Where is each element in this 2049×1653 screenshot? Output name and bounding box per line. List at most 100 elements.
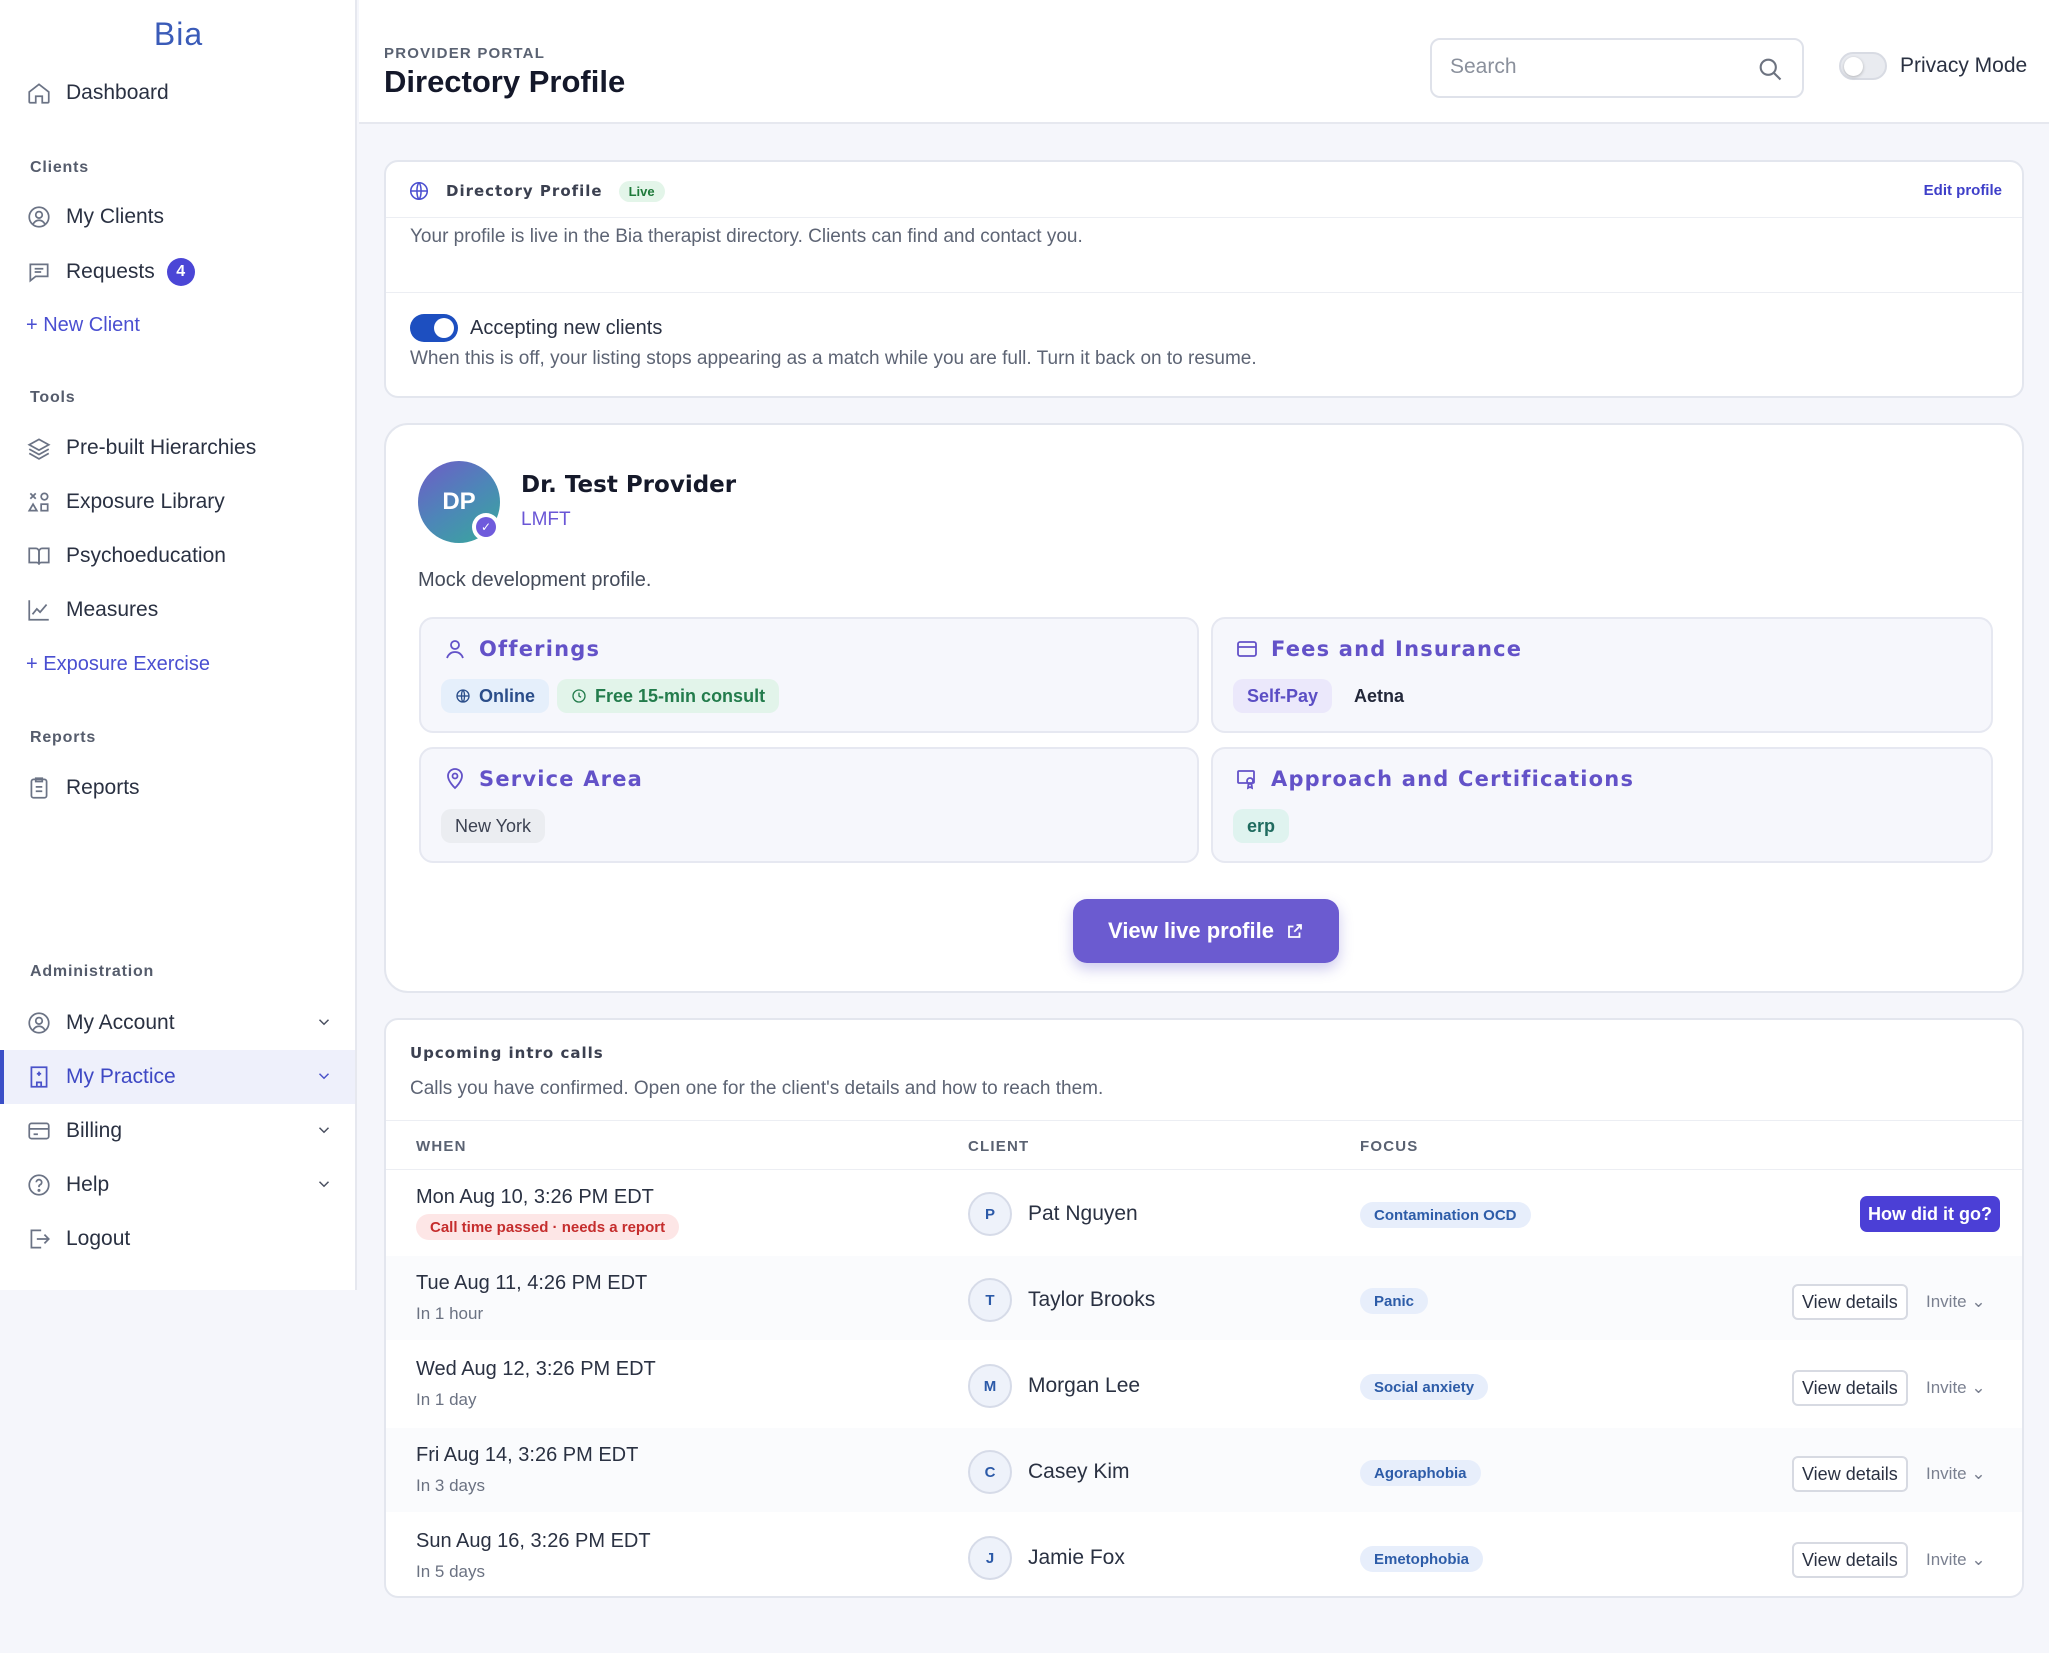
service-area-title: Service Area — [479, 767, 644, 791]
edit-profile-link[interactable]: Edit profile — [1924, 182, 2002, 199]
call-relative-time: In 1 day — [416, 1390, 477, 1409]
sidebar-item-label: Dashboard — [66, 81, 169, 104]
table-row[interactable]: Wed Aug 12, 3:26 PM EDT In 1 day M Morga… — [386, 1342, 2022, 1426]
how-did-it-go-button[interactable]: How did it go? — [1860, 1196, 2000, 1232]
table-row[interactable]: Tue Aug 11, 4:26 PM EDT In 1 hour T Tayl… — [386, 1256, 2022, 1340]
chevron-down-icon — [318, 1127, 330, 1134]
provider-bio: Mock development profile. — [418, 569, 652, 591]
sidebar-item-help[interactable]: Help — [0, 1158, 355, 1212]
section-label-tools: Tools — [30, 389, 76, 406]
search-input[interactable] — [1450, 55, 1740, 79]
sidebar-item-logout[interactable]: Logout — [0, 1212, 355, 1266]
approach-title: Approach and Certifications — [1271, 767, 1635, 791]
profile-preview-card: DP ✓ Dr. Test Provider LMFT Mock develop… — [384, 423, 2024, 993]
invite-dropdown[interactable]: Invite ⌄ — [1926, 1378, 1986, 1398]
status-badge: Live — [618, 180, 665, 202]
fees-chips: Self-Pay Aetna — [1233, 679, 1418, 713]
divider — [386, 217, 2022, 218]
offerings-tile: Offerings Online Free 15-min consult — [419, 617, 1199, 733]
column-header-client: CLIENT — [968, 1138, 1030, 1155]
table-row[interactable]: Sun Aug 16, 3:26 PM EDT In 5 days J Jami… — [386, 1514, 2022, 1598]
service-area-chips: New York — [441, 809, 546, 843]
new-client-link[interactable]: + New Client — [26, 314, 140, 337]
view-details-button[interactable]: View details — [1792, 1370, 1908, 1406]
user-circle-icon — [26, 1010, 52, 1036]
offerings-chips: Online Free 15-min consult — [441, 679, 780, 713]
invite-dropdown[interactable]: Invite ⌄ — [1926, 1292, 1986, 1312]
sidebar-item-my-practice[interactable]: My Practice — [0, 1050, 355, 1104]
call-status-warning: Call time passed · needs a report — [416, 1214, 680, 1240]
call-time: Wed Aug 12, 3:26 PM EDT — [416, 1358, 656, 1380]
sidebar-item-label: My Clients — [66, 205, 165, 228]
privacy-mode-toggle[interactable] — [1839, 52, 1887, 80]
call-time: Mon Aug 10, 3:26 PM EDT — [416, 1186, 654, 1208]
external-link-icon — [1288, 924, 1302, 938]
credit-card-icon — [1237, 641, 1257, 657]
sidebar-item-label: My Practice — [66, 1065, 176, 1088]
clipboard-icon — [26, 775, 52, 801]
focus-badge: Panic — [1360, 1288, 1429, 1314]
accepting-clients-toggle[interactable] — [410, 314, 458, 342]
call-relative-time: In 3 days — [416, 1476, 485, 1495]
sidebar-item-billing[interactable]: Billing — [0, 1104, 355, 1158]
sidebar-item-dashboard[interactable]: Dashboard — [0, 66, 355, 120]
directory-card-title: Directory Profile — [446, 182, 603, 200]
provider-name: Dr. Test Provider — [521, 472, 737, 498]
offering-chip: Online — [441, 679, 550, 713]
search-box[interactable] — [1430, 38, 1804, 98]
sidebar-item-psychoeducation[interactable]: Psychoeducation — [0, 529, 355, 583]
fee-chip: Self-Pay — [1233, 679, 1333, 713]
divider — [386, 1120, 2022, 1121]
sidebar-item-label: My Account — [66, 1011, 175, 1034]
offerings-heading: Offerings — [443, 637, 600, 661]
brand-logo[interactable]: Bia — [0, 16, 357, 53]
call-time: Sun Aug 16, 3:26 PM EDT — [416, 1530, 651, 1552]
insurance-chip: Aetna — [1354, 685, 1405, 706]
sidebar-item-my-account[interactable]: My Account — [0, 996, 355, 1050]
sidebar-item-my-clients[interactable]: My Clients — [0, 190, 355, 244]
sidebar-item-label: Billing — [66, 1119, 123, 1142]
view-details-button[interactable]: View details — [1792, 1542, 1908, 1578]
invite-dropdown[interactable]: Invite ⌄ — [1926, 1550, 1986, 1570]
sidebar-item-label: Requests — [66, 260, 155, 283]
map-pin-icon — [447, 768, 463, 790]
invite-dropdown[interactable]: Invite ⌄ — [1926, 1464, 1986, 1484]
table-row[interactable]: Fri Aug 14, 3:26 PM EDT In 3 days C Case… — [386, 1428, 2022, 1512]
column-header-when: WHEN — [416, 1138, 467, 1155]
sidebar-item-measures[interactable]: Measures — [0, 583, 355, 637]
clock-icon — [572, 689, 586, 703]
sidebar-item-requests[interactable]: Requests 4 — [0, 245, 355, 299]
search-icon[interactable] — [1756, 55, 1784, 83]
sidebar-item-exposure-library[interactable]: Exposure Library — [0, 475, 355, 529]
view-live-profile-button[interactable]: View live profile — [1073, 899, 1339, 963]
sidebar-item-reports[interactable]: Reports — [0, 761, 355, 815]
table-row[interactable]: Mon Aug 10, 3:26 PM EDT Call time passed… — [386, 1170, 2022, 1254]
client-avatar: J — [968, 1536, 1012, 1580]
accepting-clients-note: When this is off, your listing stops app… — [410, 348, 1257, 369]
intro-calls-card: Upcoming intro calls Calls you have conf… — [384, 1018, 2024, 1598]
layers-icon — [26, 435, 52, 461]
chevron-down-icon — [318, 1181, 330, 1188]
service-area-tile: Service Area New York — [419, 747, 1199, 863]
sidebar-item-label: Psychoeducation — [66, 544, 226, 567]
view-live-profile-label: View live profile — [1108, 918, 1274, 943]
focus-badge: Social anxiety — [1360, 1374, 1489, 1400]
offering-label: Free 15-min consult — [595, 685, 766, 706]
view-details-button[interactable]: View details — [1792, 1284, 1908, 1320]
client-name: Morgan Lee — [1028, 1374, 1141, 1397]
approach-chip: erp — [1233, 809, 1290, 843]
intro-calls-desc: Calls you have confirmed. Open one for t… — [410, 1078, 1104, 1099]
client-avatar: T — [968, 1278, 1012, 1322]
requests-count-badge: 4 — [166, 258, 195, 286]
sidebar-item-prebuilt-hierarchies[interactable]: Pre-built Hierarchies — [0, 421, 355, 475]
service-area-chip: New York — [441, 809, 546, 843]
user-icon — [446, 640, 464, 659]
exposure-exercise-link[interactable]: + Exposure Exercise — [26, 653, 210, 676]
sidebar-item-label: Reports — [66, 776, 140, 799]
approach-tile: Approach and Certifications erp — [1211, 747, 1993, 863]
view-details-button[interactable]: View details — [1792, 1456, 1908, 1492]
page-title: Directory Profile — [384, 64, 626, 99]
offering-chip: Free 15-min consult — [557, 679, 780, 713]
divider — [386, 292, 2022, 293]
shapes-icon — [26, 489, 52, 515]
